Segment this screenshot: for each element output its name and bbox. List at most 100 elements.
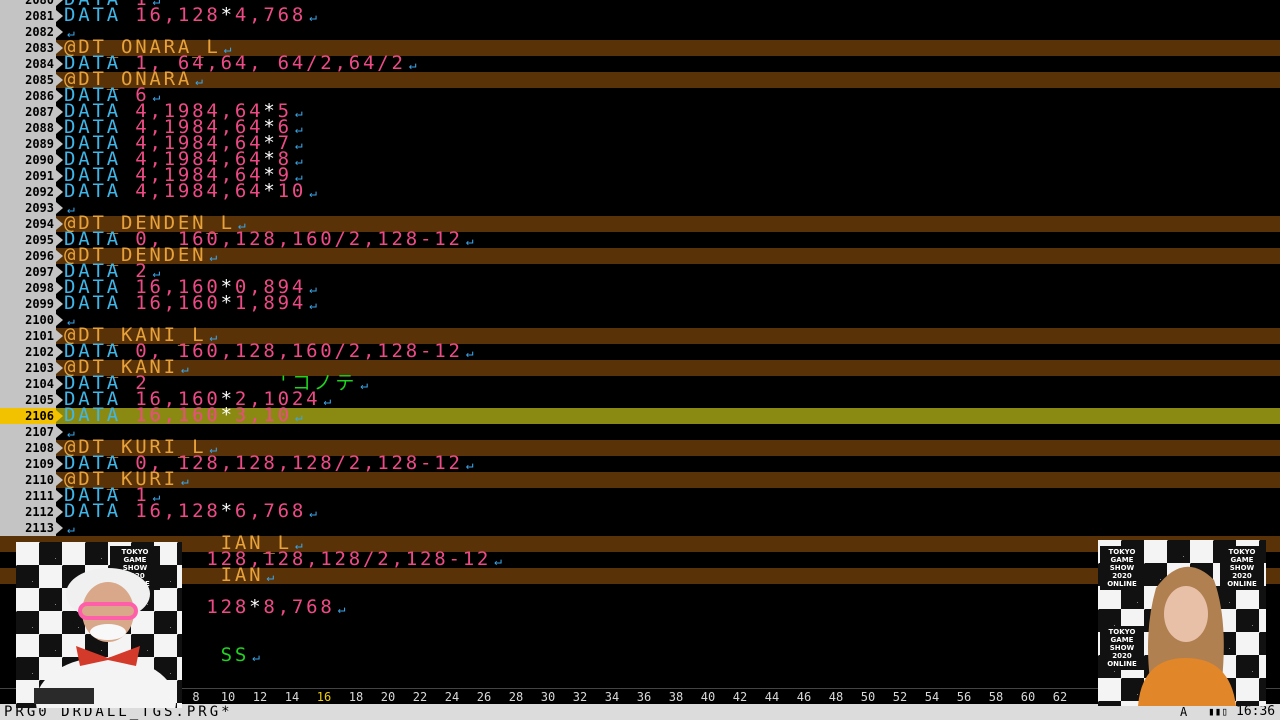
line-number: 2080 (0, 0, 63, 8)
label-code-line[interactable]: IAN ↵ (0, 565, 1280, 585)
ruler-tick: 48 (828, 690, 844, 704)
line-number: 2092 (0, 184, 63, 200)
line-number: 2090 (0, 152, 63, 168)
code-token: 16,160 (135, 292, 221, 314)
line-number: 2110 (0, 472, 63, 488)
input-mode-indicator: A (1180, 705, 1188, 719)
return-mark-icon: ↵ (337, 602, 349, 617)
code-token: * (220, 500, 235, 522)
return-mark-icon: ↵ (465, 234, 477, 249)
ruler-tick: 30 (540, 690, 556, 704)
line-number: 2101 (0, 328, 63, 344)
return-mark-icon: ↵ (195, 74, 206, 89)
return-mark-icon: ↵ (494, 554, 505, 569)
return-mark-icon: ↵ (266, 570, 277, 585)
return-mark-icon: ↵ (180, 474, 192, 489)
line-number: 2107 (0, 424, 63, 440)
line-number: 2086 (0, 88, 63, 104)
code-token: 10 (277, 180, 307, 202)
ruler-tick: 18 (348, 690, 364, 704)
line-number: 2081 (0, 8, 63, 24)
line-number: 2104 (0, 376, 63, 392)
line-number: 2112 (0, 504, 63, 520)
line-number: 2084 (0, 56, 63, 72)
ruler-tick: 20 (380, 690, 396, 704)
return-mark-icon: ↵ (408, 58, 420, 73)
ruler-tick: 50 (860, 690, 876, 704)
code-line[interactable]: 128*8,768 ↵ (0, 597, 1280, 617)
status-clock: 16:36 (1236, 704, 1276, 719)
code-token: * (220, 292, 235, 314)
return-mark-icon: ↵ (309, 506, 320, 521)
code-token: 4,1984,64 (135, 180, 264, 202)
code-line[interactable] (0, 616, 1280, 632)
line-number: 2105 (0, 392, 63, 408)
code-token: 8,768 (263, 596, 335, 618)
code-token: * (249, 596, 264, 618)
line-number: 2089 (0, 136, 63, 152)
line-number: 2093 (0, 200, 63, 216)
label-code-line[interactable]: 2085 @DT_ONARA ↵ (0, 69, 1280, 89)
code-line[interactable]: SS ↵ (0, 645, 1280, 665)
code-token: 3,10 (234, 404, 292, 426)
status-bar: PRG0 DRDALL_TGS.PRG* A ▮▮▯ 16:36 (0, 704, 1280, 720)
ruler-tick: 28 (508, 690, 524, 704)
ruler-tick: 54 (924, 690, 940, 704)
code-editor[interactable]: 2080DATA 1↵2081DATA 16,128*4,768↵2082↵20… (0, 0, 1280, 688)
code-line[interactable]: 2092 DATA 4,1984,64*10 ↵ (0, 181, 1280, 201)
line-number: 2088 (0, 120, 63, 136)
label-code-line[interactable]: 2110 @DT_KURI ↵ (0, 469, 1280, 489)
presenter-right-image (1138, 566, 1236, 706)
current-code-line[interactable]: 2106 DATA 16,160*3,10 ↵ (0, 405, 1280, 425)
return-mark-icon: ↵ (309, 10, 320, 25)
line-number: 2098 (0, 280, 63, 296)
code-line[interactable]: 2112 DATA 16,128*6,768 ↵ (0, 501, 1280, 521)
line-number: 2102 (0, 344, 63, 360)
code-token: 16,128 (135, 4, 221, 26)
ruler-tick: 14 (284, 690, 300, 704)
code-token: * (220, 4, 235, 26)
code-token: 1,894 (234, 292, 307, 314)
line-number: 2103 (0, 360, 63, 376)
code-line[interactable]: 2099 DATA 16,160*1,894 ↵ (0, 293, 1280, 313)
return-mark-icon: ↵ (465, 346, 477, 361)
return-mark-icon: ↵ (309, 186, 320, 201)
system-tray-icons: ▮▮▯ (1208, 705, 1228, 718)
ruler-tick: 34 (604, 690, 620, 704)
ruler-tick: 42 (732, 690, 748, 704)
label-code-line[interactable]: 2096 @DT_DENDEN ↵ (0, 245, 1280, 265)
line-number: 2096 (0, 248, 63, 264)
ruler-tick: 32 (572, 690, 588, 704)
code-token: 16,160 (135, 404, 221, 426)
code-token: 6,768 (234, 500, 307, 522)
code-token: 4,768 (234, 4, 307, 26)
ruler-tick: 24 (444, 690, 460, 704)
webcam-overlay-left: TOKYO GAME SHOW 2020 ONLINE (16, 542, 182, 708)
code-token: 16,128 (135, 500, 221, 522)
line-number: 2100 (0, 312, 63, 328)
webcam-overlay-right: TOKYO GAME SHOW 2020 ONLINE TOKYO GAME S… (1098, 540, 1266, 706)
ruler-tick: 10 (220, 690, 236, 704)
presenter-left-image (34, 568, 176, 708)
ruler-tick: 58 (988, 690, 1004, 704)
column-ruler: 8 10 12 14 16 18 20 22 24 26 28 30 32 34 36 38 40 42 44 46 4… (0, 688, 1280, 705)
code-token: * (220, 404, 235, 426)
line-number: 2111 (0, 488, 63, 504)
line-number: 2109 (0, 456, 63, 472)
ruler-tick: 56 (956, 690, 972, 704)
line-number: 2099 (0, 296, 63, 312)
ruler-tick: 12 (252, 690, 268, 704)
code-line[interactable]: 2109 DATA 0, 128,128,128/2,128-12 ↵ (0, 453, 1280, 473)
return-mark-icon: ↵ (294, 410, 306, 425)
ruler-tick: 40 (700, 690, 716, 704)
code-line[interactable]: 2081 DATA 16,128*4,768 ↵ (0, 5, 1280, 25)
code-line[interactable]: 2102 DATA 0, 160,128,160/2,128-12 ↵ (0, 341, 1280, 361)
line-number: 2091 (0, 168, 63, 184)
return-mark-icon: ↵ (309, 298, 320, 313)
line-number: 2085 (0, 72, 63, 88)
ruler-tick: 8 (192, 690, 200, 704)
line-number: 2083 (0, 40, 63, 56)
ruler-tick: 60 (1020, 690, 1036, 704)
return-mark-icon: ↵ (465, 458, 477, 473)
line-number: 2087 (0, 104, 63, 120)
